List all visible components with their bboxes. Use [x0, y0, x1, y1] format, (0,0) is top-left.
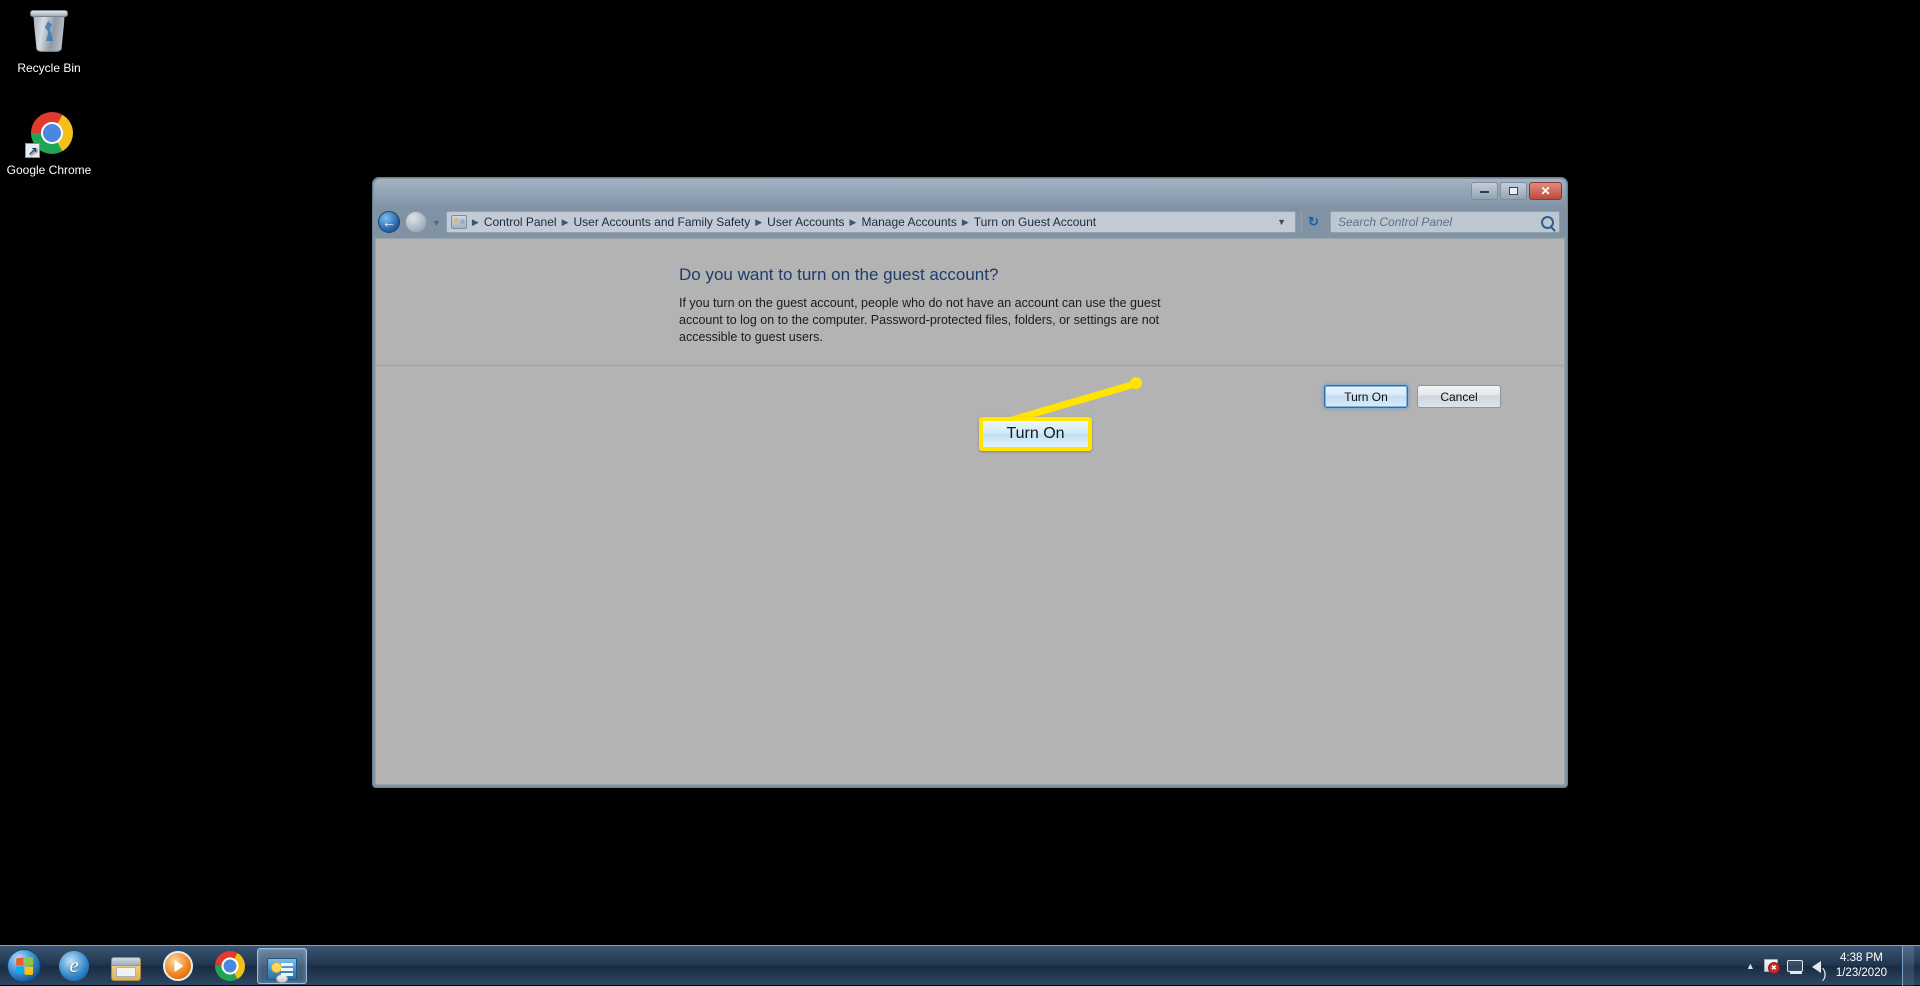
back-button[interactable]: ←	[378, 211, 400, 233]
breadcrumb-separator-icon: ▶	[959, 217, 972, 228]
windows-media-player-icon	[163, 951, 193, 981]
network-icon[interactable]	[1787, 960, 1803, 972]
minimize-button[interactable]	[1471, 182, 1498, 200]
taskbar-item-control-panel[interactable]	[257, 948, 307, 984]
search-icon	[1541, 216, 1554, 229]
cancel-button[interactable]: Cancel	[1417, 385, 1501, 408]
breadcrumb-user-accounts[interactable]: User Accounts	[765, 215, 846, 229]
desktop: Recycle Bin ↗ Google Chrome ✕ ← → ▼ ▶ Co…	[0, 0, 1920, 985]
windows-logo-icon	[7, 949, 41, 983]
action-center-flag-icon[interactable]	[1764, 959, 1778, 972]
control-panel-window: ✕ ← → ▼ ▶ Control Panel ▶ User Accounts …	[372, 177, 1568, 788]
navigation-bar: ← → ▼ ▶ Control Panel ▶ User Accounts an…	[374, 207, 1566, 237]
clock-time: 4:38 PM	[1836, 951, 1887, 966]
refresh-button[interactable]: ↻	[1301, 211, 1325, 233]
taskbar-item-internet-explorer[interactable]	[49, 948, 99, 984]
desktop-icon-label: Recycle Bin	[17, 61, 80, 75]
taskbar-item-windows-explorer[interactable]	[101, 948, 151, 984]
shortcut-arrow-icon: ↗	[25, 143, 40, 158]
user-accounts-icon	[451, 215, 467, 229]
breadcrumb-separator-icon: ▶	[559, 217, 572, 228]
breadcrumb-turn-on-guest-account: Turn on Guest Account	[972, 215, 1098, 229]
google-chrome-icon: ↗	[25, 110, 73, 158]
address-dropdown-icon[interactable]: ▼	[1270, 217, 1293, 227]
page-description: If you turn on the guest account, people…	[376, 295, 1166, 346]
turn-on-button[interactable]: Turn On	[1324, 385, 1408, 408]
desktop-icon-recycle-bin[interactable]: Recycle Bin	[6, 8, 92, 75]
recent-pages-chevron-icon[interactable]: ▼	[432, 218, 441, 228]
close-button[interactable]: ✕	[1529, 182, 1562, 200]
address-bar[interactable]: ▶ Control Panel ▶ User Accounts and Fami…	[446, 211, 1296, 233]
show-desktop-button[interactable]	[1902, 946, 1914, 986]
forward-button[interactable]: →	[405, 211, 427, 233]
maximize-button[interactable]	[1500, 182, 1527, 200]
recycle-bin-icon	[25, 8, 73, 56]
action-buttons: Turn On Cancel	[376, 366, 1564, 408]
desktop-icon-google-chrome[interactable]: ↗ Google Chrome	[6, 110, 92, 177]
taskbar-item-windows-media-player[interactable]	[153, 948, 203, 984]
search-input[interactable]	[1336, 214, 1541, 230]
start-button[interactable]	[0, 947, 48, 985]
taskbar-item-google-chrome[interactable]	[205, 948, 255, 984]
breadcrumb-separator-icon: ▶	[469, 217, 482, 228]
show-hidden-icons-icon[interactable]: ▲	[1746, 961, 1755, 971]
breadcrumb-control-panel[interactable]: Control Panel	[482, 215, 559, 229]
clock-date: 1/23/2020	[1836, 966, 1887, 981]
search-box[interactable]	[1330, 211, 1560, 233]
taskbar: ▲ 4:38 PM 1/23/2020	[0, 945, 1920, 985]
google-chrome-icon	[215, 951, 245, 981]
system-tray: ▲ 4:38 PM 1/23/2020	[1746, 946, 1920, 986]
window-titlebar[interactable]: ✕	[374, 179, 1566, 207]
window-controls: ✕	[1471, 182, 1562, 200]
internet-explorer-icon	[59, 951, 89, 981]
desktop-icon-label: Google Chrome	[7, 163, 92, 177]
clock[interactable]: 4:38 PM 1/23/2020	[1830, 951, 1893, 981]
breadcrumb-user-accounts-and-family-safety[interactable]: User Accounts and Family Safety	[571, 215, 752, 229]
breadcrumb-manage-accounts[interactable]: Manage Accounts	[859, 215, 958, 229]
breadcrumb-separator-icon: ▶	[752, 217, 765, 228]
annotation-callout-label: Turn On	[1006, 425, 1064, 443]
volume-icon[interactable]	[1812, 961, 1821, 973]
control-panel-icon	[267, 958, 297, 980]
breadcrumb-separator-icon: ▶	[847, 217, 860, 228]
windows-explorer-icon	[111, 957, 141, 981]
page-title: Do you want to turn on the guest account…	[376, 265, 1564, 285]
window-content: Do you want to turn on the guest account…	[375, 238, 1565, 785]
annotation-callout: Turn On	[979, 417, 1092, 451]
